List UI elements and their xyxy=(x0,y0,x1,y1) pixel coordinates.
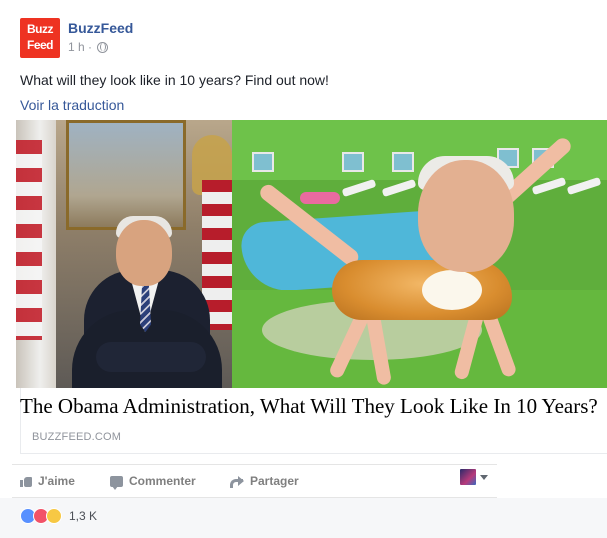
avatar xyxy=(460,469,476,485)
chevron-down-icon xyxy=(480,474,488,480)
reaction-count: 1,3 K xyxy=(69,509,98,523)
link-headline[interactable]: The Obama Administration, What Will They… xyxy=(20,394,605,419)
reactions-summary[interactable]: 1,3 K xyxy=(20,508,97,524)
haha-reaction-icon xyxy=(46,508,62,524)
translate-link[interactable]: Voir la traduction xyxy=(20,97,124,113)
post-time[interactable]: 1 h · xyxy=(68,40,92,54)
portrait-photo xyxy=(16,120,232,388)
collage-photo xyxy=(232,120,607,388)
logo-line-2: Feed xyxy=(26,38,54,52)
post-meta: 1 h · xyxy=(68,40,109,54)
globe-icon xyxy=(97,41,109,53)
post-card: Buzz Feed BuzzFeed 1 h · What will they … xyxy=(0,0,607,538)
link-domain: BUZZFEED.COM xyxy=(32,431,122,443)
like-label: J'aime xyxy=(38,474,75,488)
share-button[interactable]: Partager xyxy=(230,474,299,488)
comment-label: Commenter xyxy=(129,474,196,488)
post-text: What will they look like in 10 years? Fi… xyxy=(20,72,329,88)
comment-icon xyxy=(110,475,123,490)
like-icon xyxy=(20,475,32,487)
share-label: Partager xyxy=(250,474,299,488)
page-name-link[interactable]: BuzzFeed xyxy=(68,20,133,36)
like-button[interactable]: J'aime xyxy=(20,474,75,488)
share-icon xyxy=(230,476,244,488)
buzzfeed-logo[interactable]: Buzz Feed xyxy=(20,18,60,58)
logo-line-1: Buzz xyxy=(27,22,54,36)
link-image[interactable] xyxy=(16,120,607,388)
comment-button[interactable]: Commenter xyxy=(110,474,196,490)
action-bar: J'aime Commenter Partager xyxy=(12,464,497,498)
post-as-selector[interactable] xyxy=(460,469,488,485)
